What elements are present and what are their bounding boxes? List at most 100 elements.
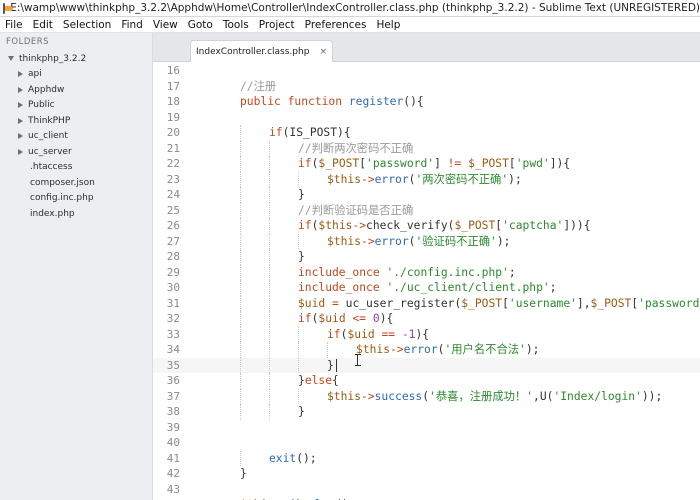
indent-guide bbox=[240, 140, 241, 156]
line-number: 27 bbox=[166, 234, 180, 248]
line-number: 34 bbox=[166, 343, 180, 356]
menu-selection[interactable]: Selection bbox=[58, 19, 116, 31]
sidebar-file[interactable]: composer.json bbox=[0, 175, 153, 191]
indent-guide bbox=[240, 326, 241, 342]
code-line[interactable]: public function register(){ bbox=[240, 94, 424, 110]
code-area[interactable]: //注册 public function register(){ if(IS_POS… bbox=[211, 62, 700, 500]
code-line[interactable]: exit(); bbox=[269, 451, 317, 467]
sidebar-item-label: uc_server bbox=[28, 146, 72, 157]
menu-view[interactable]: View bbox=[148, 19, 183, 31]
triangle-right-icon[interactable] bbox=[18, 86, 23, 93]
sidebar-folder[interactable]: uc_server bbox=[0, 144, 153, 160]
close-icon[interactable]: × bbox=[319, 47, 327, 57]
code-token: -> bbox=[361, 172, 375, 186]
menu-find[interactable]: Find bbox=[116, 19, 148, 31]
code-line[interactable]: //判断两次密码不正确 bbox=[298, 141, 413, 157]
code-token: } bbox=[298, 250, 305, 263]
code-token: } bbox=[240, 467, 247, 480]
code-line[interactable]: }else{ bbox=[298, 373, 339, 389]
code-line[interactable]: } bbox=[327, 358, 334, 374]
indent-guide bbox=[240, 311, 241, 327]
code-token: '两次密码不正确' bbox=[415, 172, 509, 186]
triangle-right-icon[interactable] bbox=[18, 148, 23, 155]
code-token: if bbox=[298, 219, 312, 232]
code-line[interactable]: } bbox=[298, 187, 305, 203]
indent-guide bbox=[269, 373, 270, 389]
code-line[interactable]: $this->error('验证码不正确'); bbox=[327, 234, 510, 250]
line-number: 37 bbox=[166, 389, 180, 403]
code-line[interactable]: } bbox=[240, 466, 247, 482]
sidebar-file[interactable]: index.php bbox=[0, 206, 153, 222]
sidebar-folder[interactable]: ThinkPHP bbox=[0, 113, 153, 129]
code-line[interactable]: $this->error('用户名不合法'); bbox=[356, 342, 539, 358]
line-number: 33 bbox=[166, 327, 180, 341]
code-token: 'password' bbox=[638, 296, 700, 310]
code-token: $_POST bbox=[590, 296, 632, 310]
triangle-down-icon[interactable] bbox=[8, 56, 14, 62]
sidebar-folder[interactable]: uc_client bbox=[0, 129, 153, 145]
menu-edit[interactable]: Edit bbox=[28, 19, 58, 31]
menu-project[interactable]: Project bbox=[254, 19, 300, 31]
indent-guide bbox=[240, 295, 241, 311]
code-token: if bbox=[269, 126, 283, 139]
indent-guide bbox=[269, 357, 270, 373]
code-token: $uid bbox=[298, 296, 326, 310]
code-line[interactable]: if($uid == -1){ bbox=[327, 327, 429, 343]
triangle-right-icon[interactable] bbox=[18, 71, 23, 78]
code-token: check_verify( bbox=[366, 219, 455, 232]
code-token: [ bbox=[508, 157, 516, 170]
line-number: 42 bbox=[166, 467, 180, 480]
code-line[interactable]: include_once './config.inc.php'; bbox=[298, 265, 516, 281]
menu-preferences[interactable]: Preferences bbox=[300, 19, 372, 31]
code-line[interactable]: include_once './uc_client/client.php'; bbox=[298, 280, 556, 296]
code-token: [ bbox=[502, 296, 509, 310]
code-token: 'captcha' bbox=[502, 219, 564, 232]
line-number: 32 bbox=[166, 312, 180, 325]
code-line[interactable]: $uid = uc_user_register($_POST['username… bbox=[298, 296, 700, 312]
code-line[interactable]: if(IS_POST){ bbox=[269, 125, 351, 141]
menu-tools[interactable]: Tools bbox=[218, 19, 254, 31]
indent-guide bbox=[240, 388, 241, 404]
sidebar-item-label: config.inc.php bbox=[30, 193, 94, 204]
sidebar-folder[interactable]: thinkphp_3.2.2 bbox=[0, 51, 153, 67]
sidebar-item-label: Public bbox=[28, 100, 55, 111]
code-token: '用户名不合法' bbox=[444, 343, 526, 356]
triangle-right-icon[interactable] bbox=[18, 117, 23, 124]
code-line[interactable]: if($uid <= 0){ bbox=[298, 311, 393, 327]
code-line[interactable]: //判断验证码是否正确 bbox=[298, 203, 413, 219]
triangle-right-icon[interactable] bbox=[18, 133, 23, 140]
sidebar-item-label: index.php bbox=[30, 208, 75, 219]
sidebar-file[interactable]: config.inc.php bbox=[0, 191, 153, 207]
code-line[interactable]: //注册 bbox=[240, 79, 276, 95]
window-title: E:\wamp\www\thinkphp_3.2.2\Apphdw\Home\C… bbox=[10, 2, 700, 14]
indent-guide bbox=[240, 218, 241, 234]
code-token: error bbox=[374, 234, 409, 248]
triangle-right-icon[interactable] bbox=[18, 102, 23, 109]
code-line[interactable]: if($_POST['password'] != $_POST['pwd']){ bbox=[298, 156, 570, 172]
menu-help[interactable]: Help bbox=[371, 19, 405, 31]
code-token: register bbox=[348, 95, 404, 108]
code-token: = bbox=[332, 296, 339, 310]
sidebar-folder[interactable]: Apphdw bbox=[0, 82, 153, 98]
indent-guide bbox=[240, 342, 241, 358]
code-token: ,U( bbox=[533, 389, 554, 403]
sidebar-folder[interactable]: api bbox=[0, 67, 153, 83]
menu-goto[interactable]: Goto bbox=[183, 19, 218, 31]
sidebar-file[interactable]: .htaccess bbox=[0, 160, 153, 176]
code-token: $uid bbox=[347, 327, 375, 341]
line-number: 41 bbox=[166, 451, 180, 465]
code-token: -1 bbox=[401, 327, 416, 341]
code-line[interactable]: $this->error('两次密码不正确'); bbox=[327, 172, 522, 188]
code-token: (){ bbox=[403, 95, 424, 108]
tab-indexcontroller[interactable]: IndexController.class.php × bbox=[190, 40, 333, 62]
code-line[interactable]: $this->success('恭喜，注册成功！',U('Index/login… bbox=[327, 389, 662, 405]
sidebar-item-label: composer.json bbox=[30, 177, 95, 188]
sidebar-folder[interactable]: Public bbox=[0, 98, 153, 114]
code-line[interactable]: } bbox=[298, 249, 305, 265]
code-line[interactable]: if($this->check_verify($_POST['captcha']… bbox=[298, 218, 591, 234]
folders-heading: FOLDERS bbox=[6, 37, 50, 47]
menu-file[interactable]: File bbox=[0, 19, 28, 31]
code-editor[interactable]: 16 17 18 19 20 21 22 23 24 25 26 27 28 29 30 31 32 33 34 35… bbox=[153, 62, 700, 500]
code-line[interactable]: } bbox=[298, 404, 305, 420]
